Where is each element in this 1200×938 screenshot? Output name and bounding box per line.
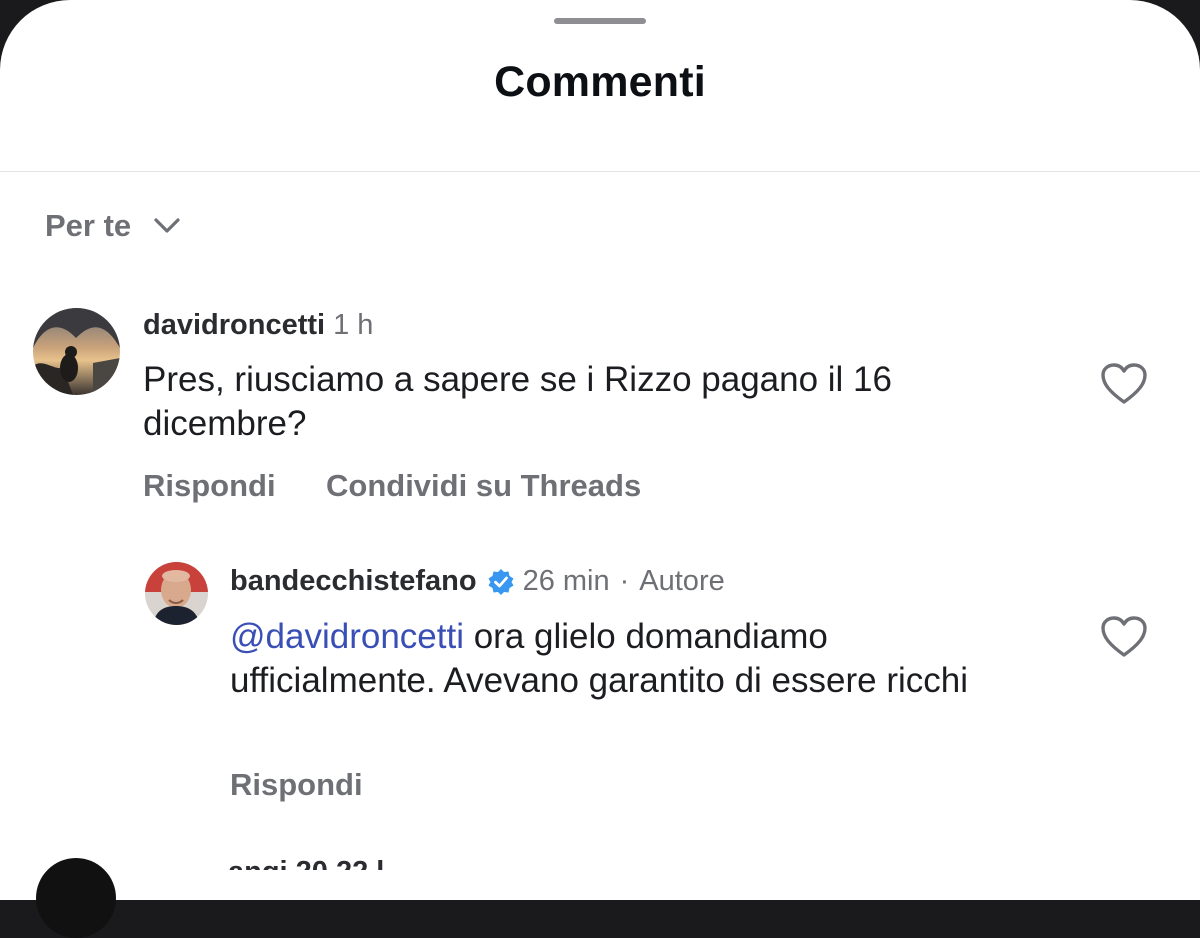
share-threads-button[interactable]: Condividi su Threads <box>326 468 641 504</box>
heart-icon[interactable] <box>1100 362 1148 406</box>
meta-separator: · <box>619 565 630 597</box>
reply-time: 26 min <box>522 565 610 597</box>
sheet-drag-handle[interactable] <box>554 18 646 24</box>
header-divider <box>0 171 1200 172</box>
sort-dropdown[interactable]: Per te <box>45 208 181 244</box>
mention-link[interactable]: @davidroncetti <box>230 617 464 656</box>
comment-username[interactable]: angi 20 22 l <box>228 854 384 870</box>
verified-badge-icon <box>488 568 514 595</box>
reply-header: bandecchistefano 26 min · Autore <box>230 565 725 598</box>
chevron-down-icon <box>154 218 180 233</box>
comment-text: Pres, riusciamo a sapere se i Rizzo paga… <box>143 360 892 443</box>
comment-header: davidroncetti 1 h <box>143 309 373 342</box>
reply-button[interactable]: Rispondi <box>143 468 276 504</box>
sort-label: Per te <box>45 208 132 243</box>
comment-time: 1 h <box>333 309 374 341</box>
comments-sheet: Commenti Per te davidroncetti 1 h Pres, … <box>0 0 1200 938</box>
heart-icon[interactable] <box>1100 615 1148 659</box>
avatar[interactable] <box>36 858 116 938</box>
avatar[interactable] <box>33 308 120 395</box>
reply-button[interactable]: Rispondi <box>230 767 363 803</box>
reply-username[interactable]: bandecchistefano <box>230 565 477 598</box>
reply-text: @davidroncetti ora glielo domandiamo uff… <box>230 615 1020 703</box>
avatar[interactable] <box>145 562 208 625</box>
comment-username[interactable]: davidroncetti <box>143 309 325 342</box>
author-label: Autore <box>639 565 725 597</box>
sheet-title: Commenti <box>494 58 706 106</box>
